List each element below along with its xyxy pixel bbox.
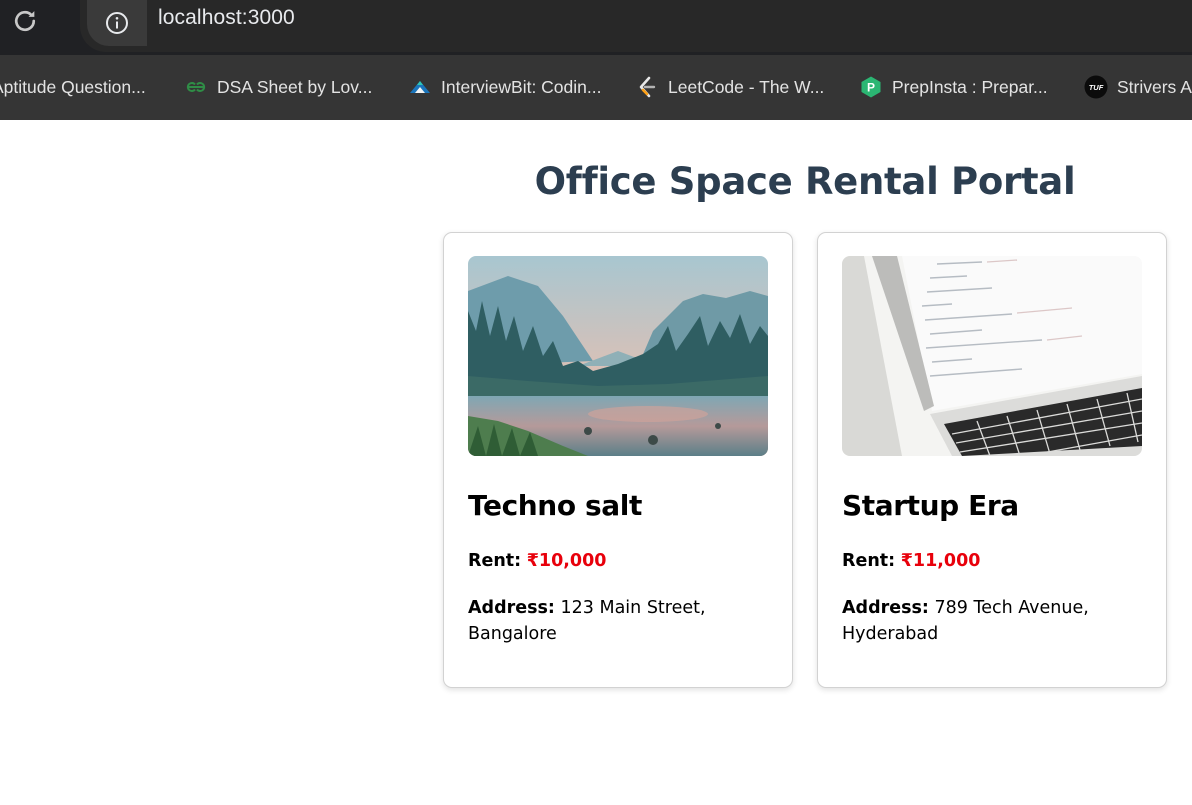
office-address: Address: 789 Tech Avenue, Hyderabad bbox=[842, 595, 1142, 647]
leetcode-icon bbox=[639, 76, 656, 98]
address-label: Address: bbox=[468, 598, 555, 618]
office-name: Startup Era bbox=[842, 489, 1019, 522]
bookmark-prepinsta[interactable]: P PrepInsta : Prepar... bbox=[859, 74, 1048, 100]
tuf-icon: TUF bbox=[1084, 75, 1108, 99]
rent-label: Rent: bbox=[468, 551, 522, 571]
bookmark-label: PrepInsta : Prepar... bbox=[892, 76, 1048, 97]
rent-price: ₹11,000 bbox=[900, 551, 981, 571]
geeksforgeeks-icon bbox=[186, 82, 206, 92]
url-text[interactable]: localhost:3000 bbox=[158, 6, 295, 30]
office-name: Techno salt bbox=[468, 489, 642, 522]
info-icon bbox=[106, 12, 128, 34]
svg-text:TUF: TUF bbox=[1089, 83, 1104, 92]
svg-text:P: P bbox=[867, 81, 875, 95]
office-image-mountain-lake bbox=[468, 256, 768, 456]
bookmark-label: Aptitude Question... bbox=[0, 76, 146, 97]
office-card: Startup Era Rent: ₹11,000 Address: 789 T… bbox=[817, 232, 1167, 688]
bookmark-dsa-sheet[interactable]: DSA Sheet by Lov... bbox=[184, 74, 372, 100]
rent-label: Rent: bbox=[842, 551, 896, 571]
bookmark-label: LeetCode - The W... bbox=[668, 76, 825, 97]
browser-toolbar: localhost:3000 bbox=[0, 0, 1192, 55]
address-label: Address: bbox=[842, 598, 929, 618]
interviewbit-icon bbox=[410, 81, 430, 93]
office-rent: Rent: ₹10,000 bbox=[468, 551, 606, 571]
office-image-laptop bbox=[842, 256, 1142, 456]
rent-price: ₹10,000 bbox=[526, 551, 607, 571]
office-card: Techno salt Rent: ₹10,000 Address: 123 M… bbox=[443, 232, 793, 688]
prepinsta-icon: P bbox=[861, 76, 881, 98]
page-title: Office Space Rental Portal bbox=[534, 160, 1076, 203]
site-info-button[interactable] bbox=[87, 0, 147, 46]
office-rent: Rent: ₹11,000 bbox=[842, 551, 980, 571]
bookmark-label: DSA Sheet by Lov... bbox=[217, 76, 373, 97]
bookmark-strivers[interactable]: TUF Strivers A bbox=[1084, 74, 1192, 100]
bookmark-aptitude[interactable]: Aptitude Question... bbox=[0, 74, 146, 100]
bookmark-label: Strivers A bbox=[1117, 76, 1192, 97]
bookmarks-bar: Aptitude Question... DSA Sheet by Lov...… bbox=[0, 55, 1192, 120]
office-address: Address: 123 Main Street, Bangalore bbox=[468, 595, 768, 647]
bookmark-label: InterviewBit: Codin... bbox=[441, 76, 602, 97]
bookmark-leetcode[interactable]: LeetCode - The W... bbox=[635, 74, 824, 100]
bookmark-interviewbit[interactable]: InterviewBit: Codin... bbox=[408, 74, 601, 100]
reload-icon[interactable] bbox=[10, 6, 40, 36]
